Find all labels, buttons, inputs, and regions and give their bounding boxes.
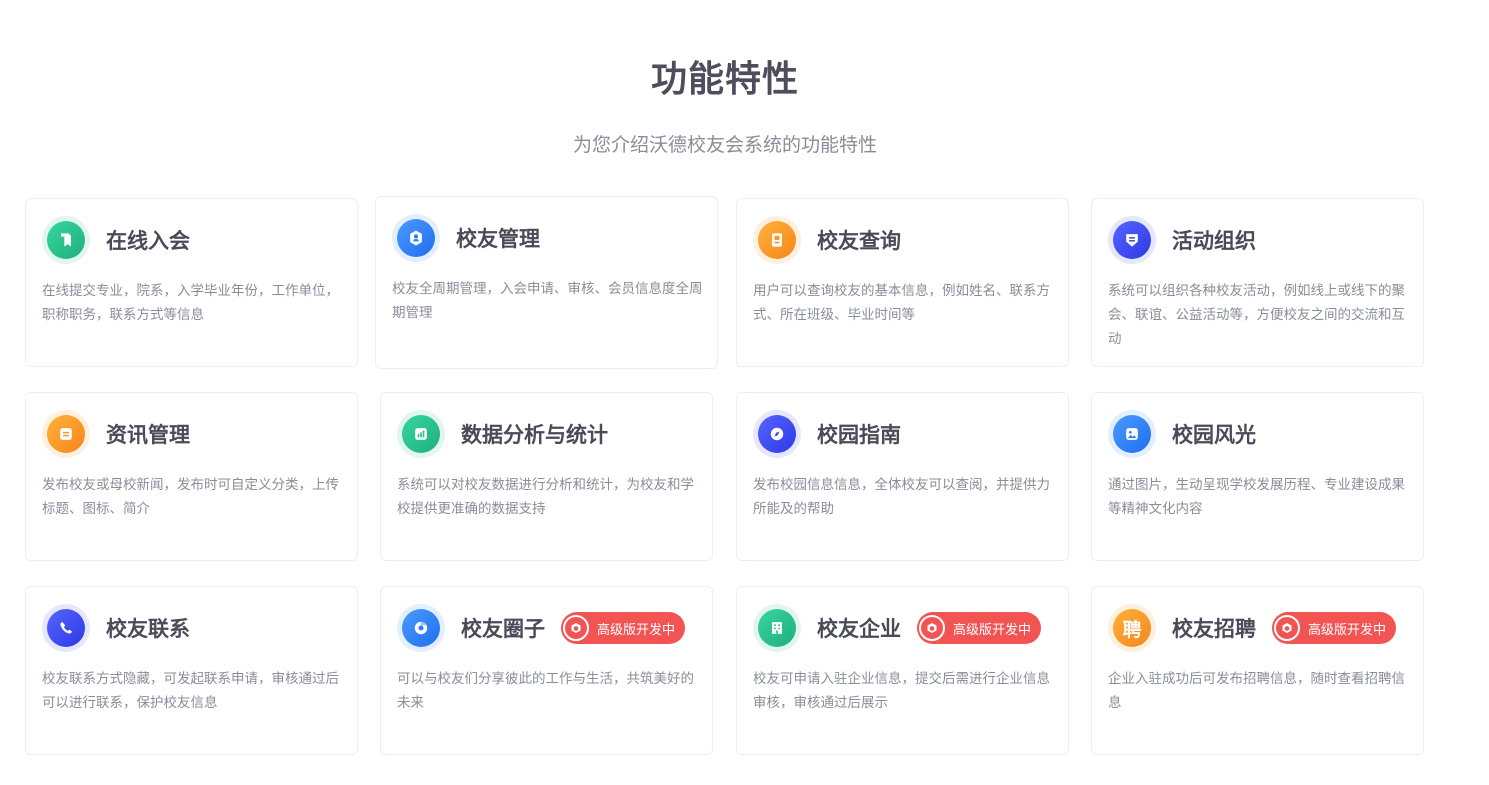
feature-card[interactable]: 校友企业 高级版开发中校友可申请入驻企业信息，提交后需进行企业信息审核，审核通过后… — [736, 586, 1069, 755]
feature-card[interactable]: 活动组织系统可以组织各种校友活动，例如线上或线下的聚会、联谊、公益活动等，方便校… — [1091, 198, 1424, 367]
compass-icon — [758, 415, 796, 453]
feature-description: 可以与校友们分享彼此的工作与生活，共筑美好的未来 — [397, 671, 694, 711]
building-icon — [758, 609, 796, 647]
feature-card-header: 校友企业 高级版开发中 — [753, 604, 1042, 652]
advanced-version-badge: 高级版开发中 — [561, 612, 686, 644]
feature-card[interactable]: 在线入会在线提交专业，院系，入学毕业年份，工作单位，职称职务，联系方式等信息 — [25, 198, 358, 367]
badge-label: 高级版开发中 — [597, 622, 676, 638]
icon-text: 聘 — [1122, 618, 1142, 641]
feature-icon-badge — [753, 216, 801, 264]
feature-title: 校友管理 — [456, 227, 540, 251]
feature-card[interactable]: 数据分析与统计系统可以对校友数据进行分析和统计，为校友和学校提供更准确的数据支持 — [380, 392, 713, 561]
feature-icon-badge — [42, 604, 90, 652]
feature-title: 校友企业 — [817, 617, 901, 641]
feature-card[interactable]: 校友联系校友联系方式隐藏，可发起联系申请，审核通过后可以进行联系，保护校友信息 — [25, 586, 358, 755]
feature-card-header: 校友联系 — [42, 604, 190, 652]
image-icon — [1113, 415, 1151, 453]
feature-description: 在线提交专业，院系，入学毕业年份，工作单位，职称职务，联系方式等信息 — [42, 283, 339, 323]
feature-card-header: 在线入会 — [42, 216, 190, 264]
cube-icon — [919, 615, 945, 641]
feature-description: 发布校友或母校新闻，发布时可自定义分类，上传标题、图标、简介 — [42, 477, 339, 517]
feature-icon-badge — [397, 604, 445, 652]
feature-card[interactable]: 校友管理校友全周期管理，入会申请、审核、会员信息度全周期管理 — [375, 196, 718, 369]
feature-card[interactable]: 校友查询用户可以查询校友的基本信息，例如姓名、联系方式、所在班级、毕业时间等 — [736, 198, 1069, 367]
feature-title: 校园指南 — [817, 423, 901, 447]
feature-icon-badge — [397, 410, 445, 458]
feature-card[interactable]: 校友圈子 高级版开发中可以与校友们分享彼此的工作与生活，共筑美好的未来 — [380, 586, 713, 755]
feature-icon-badge — [392, 214, 440, 262]
advanced-version-badge: 高级版开发中 — [917, 612, 1042, 644]
feature-description: 通过图片，生动呈现学校发展历程、专业建设成果等精神文化内容 — [1108, 477, 1405, 517]
feature-title: 活动组织 — [1172, 229, 1256, 253]
feature-description: 校友联系方式隐藏，可发起联系申请，审核通过后可以进行联系，保护校友信息 — [42, 671, 339, 711]
feature-icon-badge — [1108, 216, 1156, 264]
feature-card[interactable]: 资讯管理发布校友或母校新闻，发布时可自定义分类，上传标题、图标、简介 — [25, 392, 358, 561]
feature-description: 校友可申请入驻企业信息，提交后需进行企业信息审核，审核通过后展示 — [753, 671, 1050, 711]
chart-icon — [402, 415, 440, 453]
feature-title: 校园风光 — [1172, 423, 1256, 447]
feature-description: 系统可以对校友数据进行分析和统计，为校友和学校提供更准确的数据支持 — [397, 477, 694, 517]
feature-card-header: 聘 校友招聘 高级版开发中 — [1108, 604, 1397, 652]
feature-description: 发布校园信息信息，全体校友可以查阅，并提供力所能及的帮助 — [753, 477, 1050, 517]
page-subtitle: 为您介绍沃德校友会系统的功能特性 — [572, 134, 877, 156]
feature-title: 资讯管理 — [106, 423, 190, 447]
cube-icon — [563, 615, 589, 641]
feature-icon-badge — [753, 410, 801, 458]
feature-card-header: 校友圈子 高级版开发中 — [397, 604, 686, 652]
user-hexagon-icon — [397, 219, 435, 257]
feature-card[interactable]: 校园指南发布校园信息信息，全体校友可以查阅，并提供力所能及的帮助 — [736, 392, 1069, 561]
feature-title: 校友联系 — [106, 617, 190, 641]
activity-shield-icon — [1113, 221, 1151, 259]
feature-card-header: 活动组织 — [1108, 216, 1256, 264]
feature-title: 在线入会 — [106, 229, 190, 253]
bookmark-icon — [47, 221, 85, 259]
feature-card-header: 数据分析与统计 — [397, 410, 608, 458]
feature-card[interactable]: 校园风光通过图片，生动呈现学校发展历程、专业建设成果等精神文化内容 — [1091, 392, 1424, 561]
feature-icon-badge — [42, 410, 90, 458]
feature-card-header: 校园风光 — [1108, 410, 1256, 458]
recruit-icon: 聘 — [1113, 609, 1151, 647]
feature-description: 企业入驻成功后可发布招聘信息，随时查看招聘信息 — [1108, 671, 1405, 711]
advanced-version-badge: 高级版开发中 — [1272, 612, 1397, 644]
feature-icon-badge: 聘 — [1108, 604, 1156, 652]
feature-title: 校友查询 — [817, 229, 901, 253]
badge-label: 高级版开发中 — [953, 622, 1032, 638]
feature-description: 用户可以查询校友的基本信息，例如姓名、联系方式、所在班级、毕业时间等 — [753, 283, 1050, 323]
phone-icon — [47, 609, 85, 647]
contact-card-icon — [758, 221, 796, 259]
news-icon — [47, 415, 85, 453]
feature-icon-badge — [1108, 410, 1156, 458]
feature-card-header: 校友管理 — [392, 214, 540, 262]
feature-description: 校友全周期管理，入会申请、审核、会员信息度全周期管理 — [392, 281, 703, 321]
feature-title: 校友圈子 — [461, 617, 545, 641]
feature-title: 校友招聘 — [1172, 617, 1256, 641]
feature-description: 系统可以组织各种校友活动，例如线上或线下的聚会、联谊、公益活动等，方便校友之间的… — [1108, 283, 1405, 347]
cube-icon — [1274, 615, 1300, 641]
feature-card-header: 校园指南 — [753, 410, 901, 458]
page-title: 功能特性 — [650, 59, 799, 100]
feature-icon-badge — [753, 604, 801, 652]
feature-title: 数据分析与统计 — [461, 423, 608, 447]
circle-icon — [402, 609, 440, 647]
feature-card-header: 校友查询 — [753, 216, 901, 264]
badge-label: 高级版开发中 — [1308, 622, 1387, 638]
feature-icon-badge — [42, 216, 90, 264]
feature-card-header: 资讯管理 — [42, 410, 190, 458]
feature-card[interactable]: 聘 校友招聘 高级版开发中企业入驻成功后可发布招聘信息，随时查看招聘信息 — [1091, 586, 1424, 755]
